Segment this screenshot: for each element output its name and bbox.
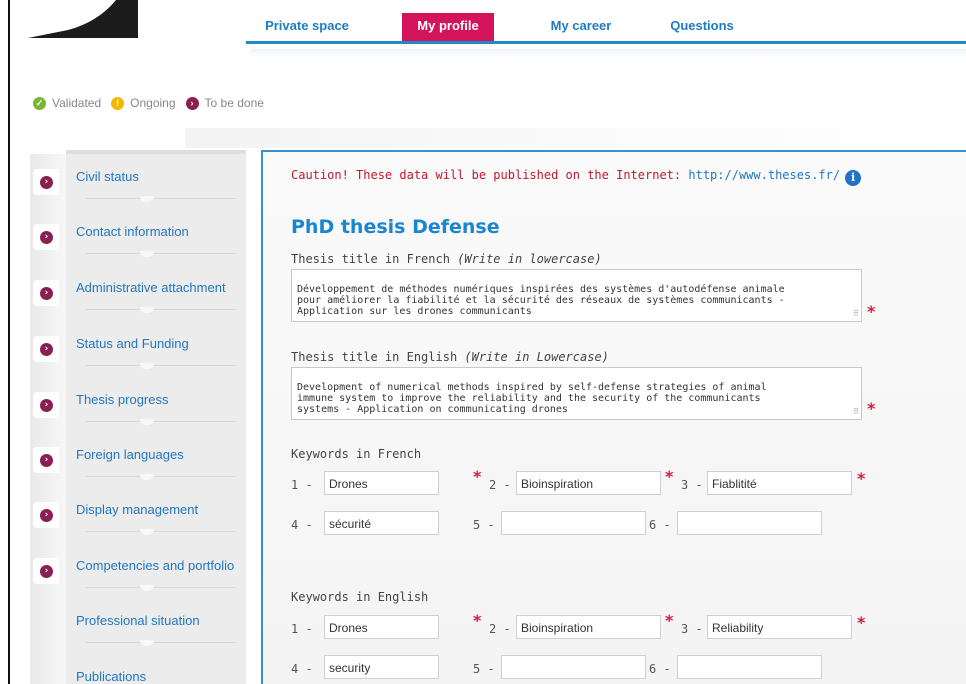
required-mark: * <box>857 613 866 632</box>
sidebar-item-label: Status and Funding <box>76 336 189 351</box>
page-frame: Private space My profile My career Quest… <box>8 0 966 684</box>
sidebar-item-label: Administrative attachment <box>76 280 226 295</box>
sidebar-item-display-management[interactable]: › Display management <box>33 487 246 542</box>
legend-to-be-done: To be done <box>204 96 264 110</box>
keyword-en-4-input[interactable]: security <box>324 655 439 679</box>
arrow-right-icon: › <box>40 231 53 244</box>
tab-private-space[interactable]: Private space <box>246 13 368 41</box>
arrow-right-icon: › <box>40 399 53 412</box>
kw-number: 5 - <box>473 662 495 676</box>
required-mark: * <box>665 467 674 486</box>
sidebar-item-thesis-progress[interactable]: › Thesis progress <box>33 377 246 432</box>
arrow-right-icon: › <box>40 509 53 522</box>
keyword-fr-2-input[interactable]: Bioinspiration <box>516 471 661 495</box>
kw-number: 4 - <box>291 518 313 532</box>
resize-grip-icon[interactable]: ⠿ <box>853 406 859 417</box>
kw-number: 3 - <box>681 622 703 636</box>
kw-number: 4 - <box>291 662 313 676</box>
check-icon: ✓ <box>33 96 46 110</box>
title-en-label: Thesis title in English (Write in Lowerc… <box>291 350 609 364</box>
required-mark: * <box>867 302 876 321</box>
tab-my-profile[interactable]: My profile <box>402 13 494 41</box>
status-legend: ✓ Validated ! Ongoing › To be done <box>33 96 274 110</box>
kw-number: 1 - <box>291 622 313 636</box>
title-fr-textarea[interactable]: Développement de méthodes numériques ins… <box>291 269 862 322</box>
keyword-en-3-input[interactable]: Reliability <box>707 615 852 639</box>
keyword-en-5-input[interactable] <box>501 655 646 679</box>
tab-my-career[interactable]: My career <box>536 13 626 41</box>
sidebar-item-civil-status[interactable]: › Civil status <box>33 154 246 209</box>
kw-number: 5 - <box>473 518 495 532</box>
required-mark: * <box>473 611 482 630</box>
required-mark: * <box>665 611 674 630</box>
required-mark: * <box>857 469 866 488</box>
exclamation-icon: ! <box>111 96 125 110</box>
top-shade <box>185 128 966 148</box>
legend-ongoing: Ongoing <box>130 96 176 110</box>
caution-text: Caution! These data will be published on… <box>291 168 682 182</box>
sidebar-item-label: Competencies and portfolio <box>76 558 235 573</box>
required-mark: * <box>867 399 876 418</box>
keyword-en-6-input[interactable] <box>677 655 822 679</box>
sidebar-item-foreign-languages[interactable]: › Foreign languages <box>33 432 246 487</box>
keywords-en-label: Keywords in English <box>291 590 429 604</box>
tab-questions[interactable]: Questions <box>662 13 742 41</box>
arrow-right-icon: › <box>40 454 53 467</box>
sidebar: › Civil status › Contact information › A… <box>33 150 246 684</box>
keyword-fr-6-input[interactable] <box>677 511 822 535</box>
title-fr-label: Thesis title in French (Write in lowerca… <box>291 252 602 266</box>
sidebar-item-label: Thesis progress <box>76 392 169 407</box>
keyword-fr-3-input[interactable]: Fiablitité <box>707 471 852 495</box>
thesis-form-panel: Caution! These data will be published on… <box>261 150 966 684</box>
arrow-right-icon: › <box>185 96 199 110</box>
sidebar-item-contact-information[interactable]: › Contact information <box>33 209 246 264</box>
kw-number: 2 - <box>489 622 511 636</box>
legend-validated: Validated <box>52 96 102 110</box>
sidebar-item-label: Contact information <box>76 224 189 239</box>
sidebar-item-administrative-attachment[interactable]: › Administrative attachment <box>33 265 246 320</box>
kw-number: 6 - <box>649 662 671 676</box>
main-nav: Private space My profile My career Quest… <box>246 13 966 45</box>
sidebar-item-label: Publications <box>76 669 147 684</box>
sidebar-item-label: Display management <box>76 502 199 517</box>
arrow-right-icon: › <box>40 565 53 578</box>
caution-message: Caution! These data will be published on… <box>291 168 862 186</box>
kw-number: 3 - <box>681 478 703 492</box>
arrow-right-icon: › <box>40 176 53 189</box>
sidebar-item-professional-situation[interactable]: Professional situation <box>66 598 246 653</box>
sidebar-item-label: Professional situation <box>76 613 200 628</box>
theses-link[interactable]: http://www.theses.fr/ <box>688 168 840 182</box>
keywords-fr-label: Keywords in French <box>291 447 422 461</box>
title-fr-hint: (Write in lowercase) <box>457 252 602 266</box>
arrow-right-icon: › <box>40 287 53 300</box>
sidebar-item-publications[interactable]: Publications <box>66 654 246 684</box>
required-mark: * <box>473 467 482 486</box>
keyword-fr-1-input[interactable]: Drones <box>324 471 439 495</box>
resize-grip-icon[interactable]: ⠿ <box>853 308 859 319</box>
title-en-hint: (Write in Lowercase) <box>464 350 609 364</box>
keyword-en-2-input[interactable]: Bioinspiration <box>516 615 661 639</box>
keyword-en-1-input[interactable]: Drones <box>324 615 439 639</box>
kw-number: 2 - <box>489 478 511 492</box>
sidebar-item-competencies-and-portfolio[interactable]: › Competencies and portfolio <box>33 543 246 598</box>
info-icon[interactable]: i <box>845 170 862 186</box>
arrow-right-icon: › <box>40 343 53 356</box>
keyword-fr-4-input[interactable]: sécurité <box>324 511 439 535</box>
logo <box>28 0 138 38</box>
keyword-fr-5-input[interactable] <box>501 511 646 535</box>
kw-number: 1 - <box>291 478 313 492</box>
sidebar-item-label: Civil status <box>76 169 139 184</box>
nav-shadow <box>250 49 966 57</box>
kw-number: 6 - <box>649 518 671 532</box>
title-en-textarea[interactable]: Development of numerical methods inspire… <box>291 367 862 420</box>
sidebar-item-status-and-funding[interactable]: › Status and Funding <box>33 321 246 376</box>
sidebar-item-label: Foreign languages <box>76 447 184 462</box>
page-title: PhD thesis Defense <box>291 216 500 238</box>
